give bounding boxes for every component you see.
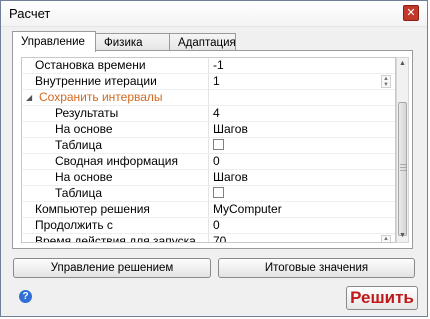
prop-label: Продолжить с bbox=[35, 218, 113, 232]
column-divider bbox=[208, 154, 209, 169]
calculation-dialog: Расчет ✕ Управление Физика Адаптация Ост… bbox=[0, 0, 428, 317]
prop-label: Остановка времени bbox=[35, 58, 146, 72]
scroll-thumb[interactable]: — — — bbox=[398, 102, 407, 236]
table-checkbox[interactable] bbox=[213, 187, 224, 198]
property-grid: Остановка времени -1 Внутренние итерации… bbox=[21, 57, 396, 243]
prop-row[interactable]: Время действия для запуска 70 ▲▼ bbox=[22, 234, 395, 243]
column-divider bbox=[208, 138, 209, 153]
column-divider bbox=[208, 202, 209, 217]
prop-row[interactable]: Продолжить с 0 bbox=[22, 218, 395, 234]
tab-adaptation[interactable]: Адаптация bbox=[169, 33, 236, 51]
prop-row[interactable]: Результаты 4 bbox=[22, 106, 395, 122]
help-icon[interactable]: ? bbox=[19, 290, 32, 303]
column-divider bbox=[208, 106, 209, 121]
column-divider bbox=[208, 90, 209, 105]
close-icon[interactable]: ✕ bbox=[403, 5, 419, 21]
prop-value[interactable]: 0 bbox=[213, 154, 220, 169]
prop-label: Таблица bbox=[55, 138, 103, 152]
prop-value[interactable]: MyComputer bbox=[213, 202, 282, 217]
column-divider bbox=[208, 170, 209, 185]
prop-label: Внутренние итерации bbox=[35, 74, 157, 88]
prop-row[interactable]: Сводная информация 0 bbox=[22, 154, 395, 170]
prop-label: Результаты bbox=[55, 106, 119, 120]
prop-value[interactable]: 4 bbox=[213, 106, 220, 121]
prop-label: Сводная информация bbox=[55, 154, 178, 168]
collapse-triangle-icon[interactable]: ◢ bbox=[26, 90, 32, 105]
column-divider bbox=[208, 122, 209, 137]
prop-row[interactable]: Компьютер решения MyComputer bbox=[22, 202, 395, 218]
prop-row[interactable]: На основе Шагов bbox=[22, 170, 395, 186]
column-divider bbox=[208, 218, 209, 233]
prop-value[interactable]: 70 bbox=[213, 234, 226, 242]
final-values-button[interactable]: Итоговые значения bbox=[218, 258, 415, 278]
prop-row[interactable]: На основе Шагов bbox=[22, 122, 395, 138]
prop-row[interactable]: Таблица bbox=[22, 186, 395, 202]
prop-value[interactable]: Шагов bbox=[213, 170, 248, 185]
spinner-icon[interactable]: ▲▼ bbox=[381, 75, 391, 88]
window-title: Расчет bbox=[9, 6, 51, 21]
prop-label: На основе bbox=[55, 170, 113, 184]
solve-button[interactable]: Решить bbox=[346, 286, 418, 310]
prop-label: Компьютер решения bbox=[35, 202, 150, 216]
prop-value[interactable]: Шагов bbox=[213, 122, 248, 137]
tab-control[interactable]: Управление bbox=[12, 31, 96, 52]
tab-physics[interactable]: Физика bbox=[95, 33, 170, 51]
prop-label: Таблица bbox=[55, 186, 103, 200]
category-label: Сохранить интервалы bbox=[39, 90, 163, 104]
prop-row[interactable]: Таблица bbox=[22, 138, 395, 154]
prop-label: Время действия для запуска bbox=[35, 234, 196, 243]
prop-value[interactable]: 1 bbox=[213, 74, 220, 89]
spinner-icon[interactable]: ▲▼ bbox=[381, 235, 391, 242]
prop-label: На основе bbox=[55, 122, 113, 136]
column-divider bbox=[208, 74, 209, 89]
vertical-scrollbar[interactable]: ▲ — — — ▼ bbox=[396, 57, 409, 243]
column-divider bbox=[208, 234, 209, 242]
column-divider bbox=[208, 186, 209, 201]
prop-value[interactable]: 0 bbox=[213, 218, 220, 233]
scroll-down-icon[interactable]: ▼ bbox=[397, 230, 408, 242]
grip-icon: — — — bbox=[400, 161, 407, 174]
category-row[interactable]: ◢ Сохранить интервалы bbox=[22, 90, 395, 106]
tab-panel: Остановка времени -1 Внутренние итерации… bbox=[12, 50, 413, 249]
solution-control-button[interactable]: Управление решением bbox=[13, 258, 211, 278]
prop-row[interactable]: Внутренние итерации 1 ▲ ▼ bbox=[22, 74, 395, 90]
column-divider bbox=[208, 58, 209, 73]
table-checkbox[interactable] bbox=[213, 139, 224, 150]
scroll-up-icon[interactable]: ▲ bbox=[397, 58, 408, 70]
prop-value[interactable]: -1 bbox=[213, 58, 224, 73]
prop-row[interactable]: Остановка времени -1 bbox=[22, 58, 395, 74]
title-bar: Расчет ✕ bbox=[1, 1, 427, 27]
